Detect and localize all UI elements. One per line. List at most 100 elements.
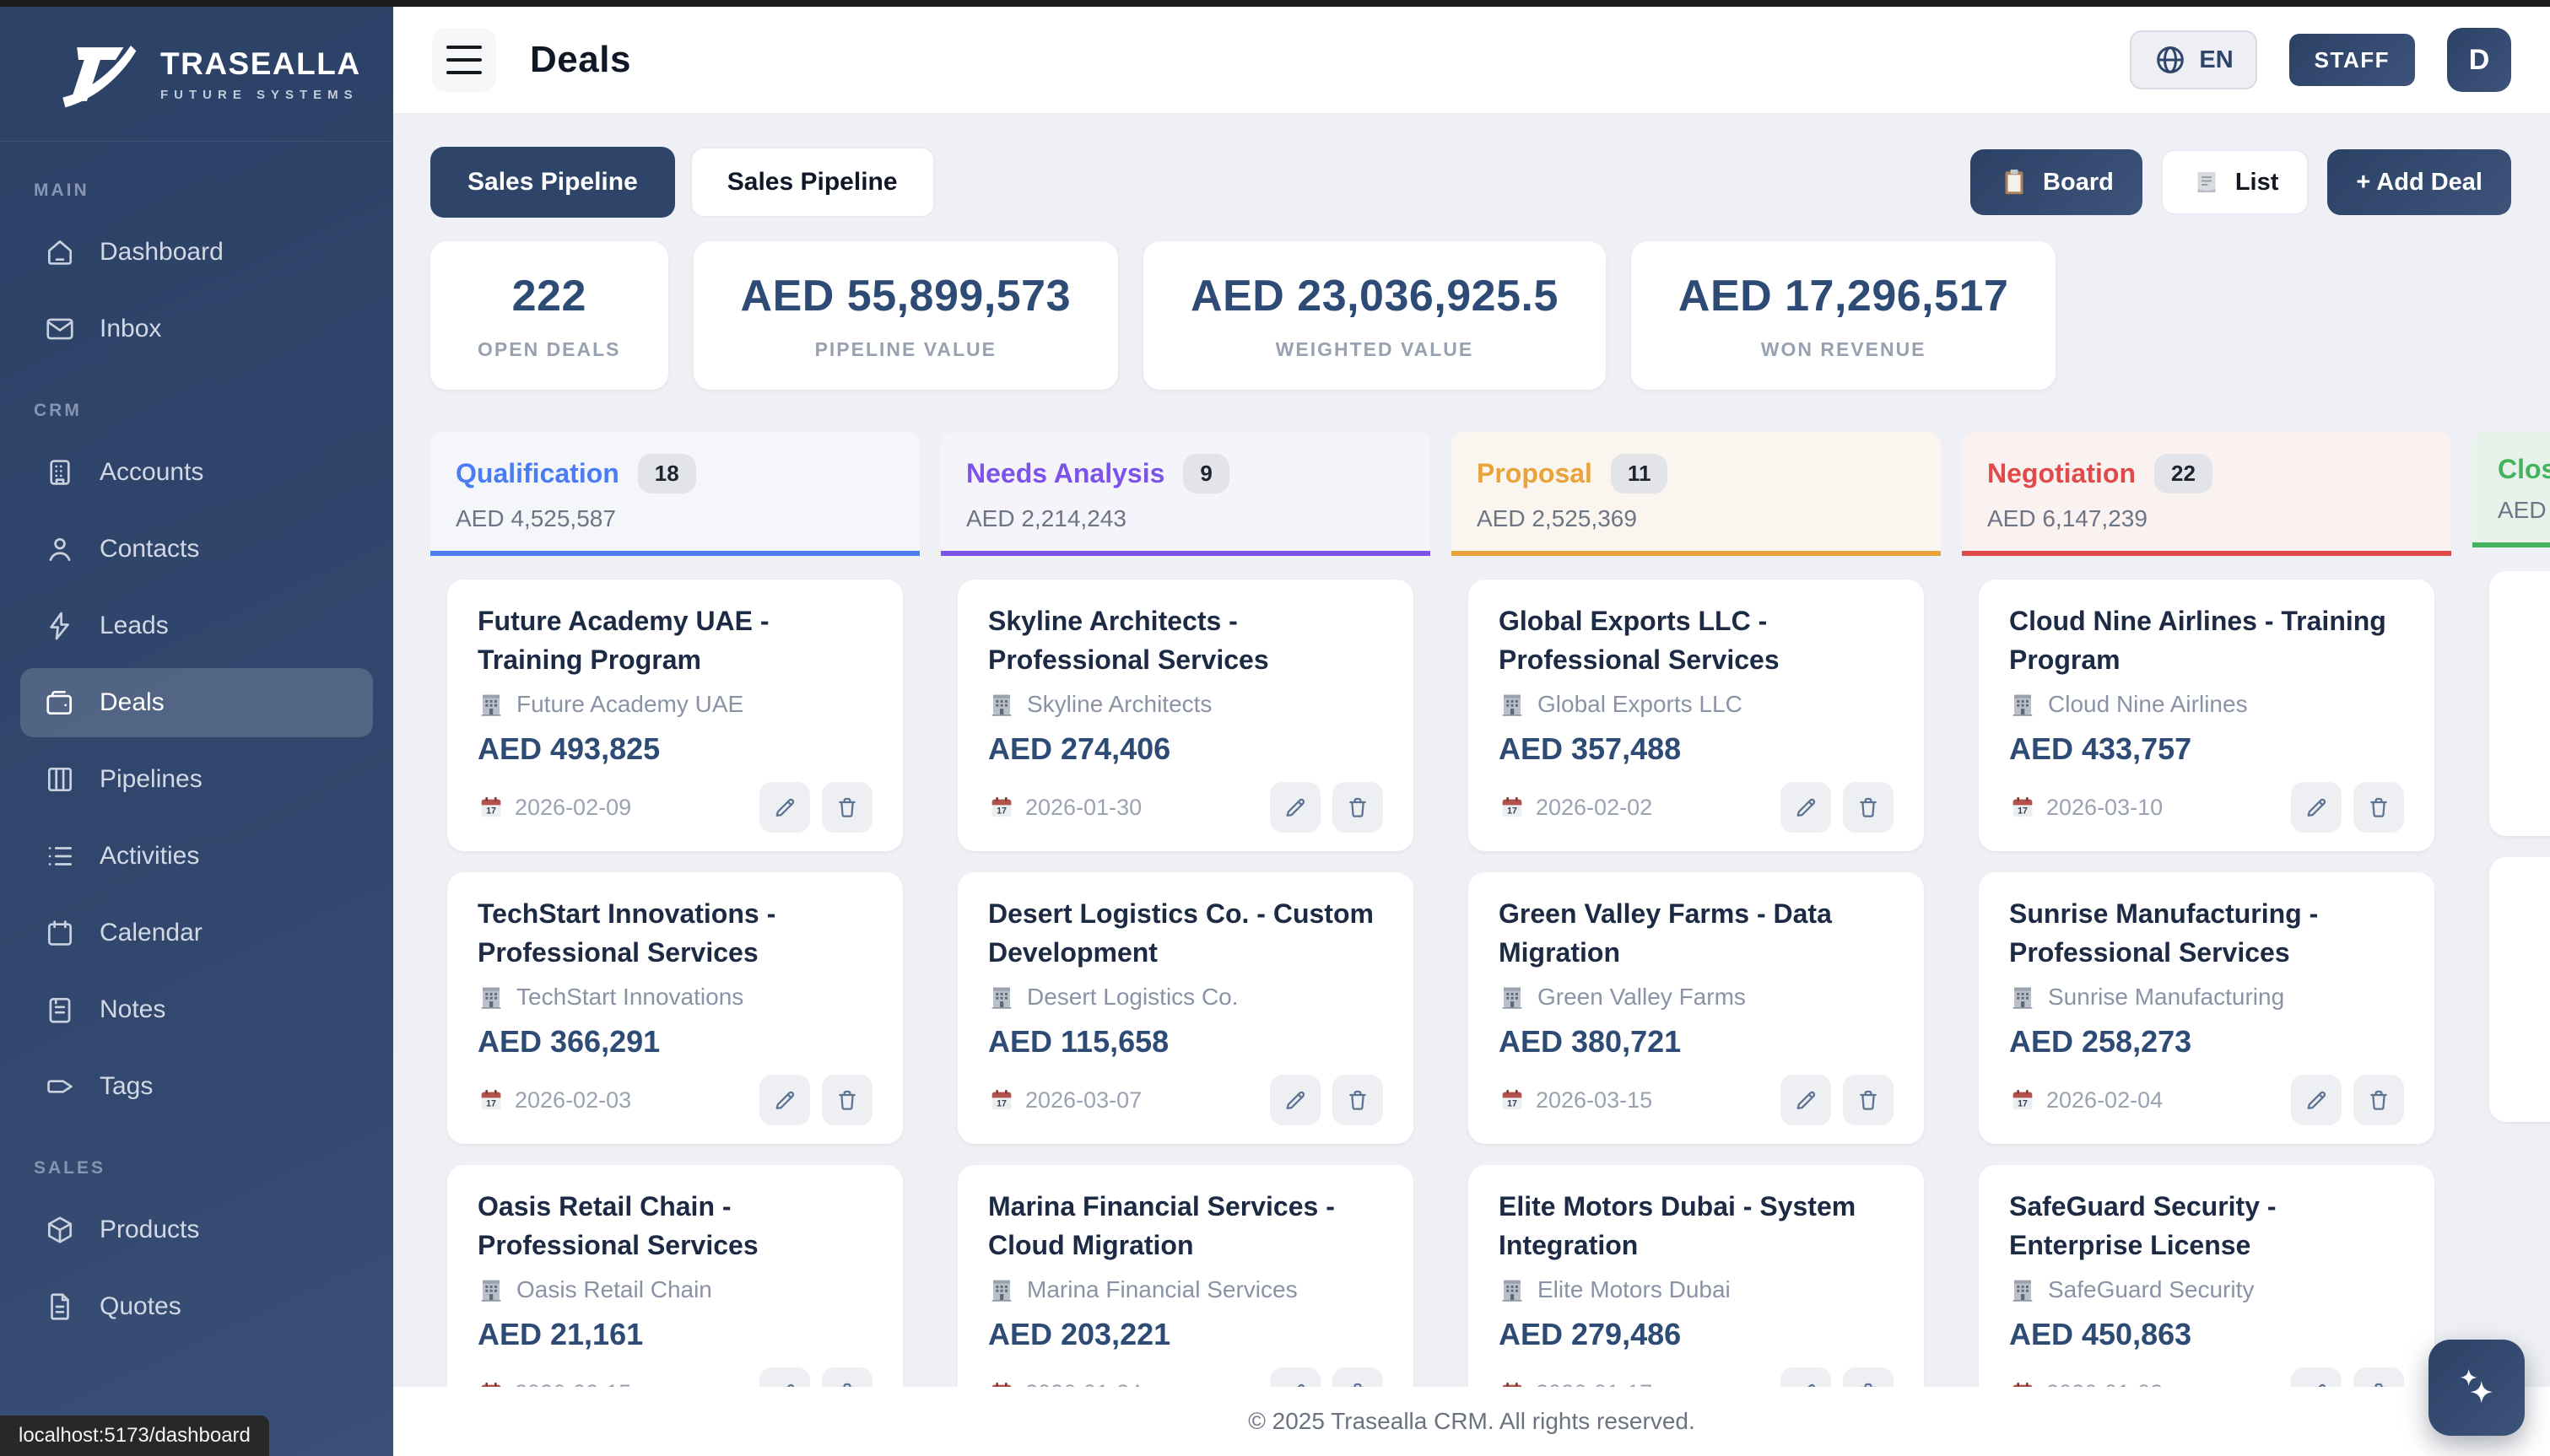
delete-deal-button[interactable] (822, 1075, 873, 1125)
edit-deal-button[interactable] (759, 782, 810, 833)
sidebar-item-products[interactable]: Products (20, 1195, 373, 1265)
company-building-icon (1499, 984, 1526, 1011)
company-building-icon (2009, 1276, 2036, 1303)
trash-icon (1855, 794, 1882, 821)
calendar-date-icon: 17 (988, 1087, 1015, 1114)
deal-card[interactable]: Desert Logistics Co. - Custom Developmen… (958, 872, 1413, 1144)
edit-deal-button[interactable] (1780, 1367, 1831, 1387)
column-total: AED 2,214,243 (966, 505, 1405, 532)
edit-icon (1282, 1379, 1309, 1387)
deal-card[interactable]: Elite Motors Dubai - System Integration E… (1468, 1165, 1924, 1387)
delete-deal-button[interactable] (2353, 1367, 2404, 1387)
deal-card[interactable]: Cloud Nine Airlines - Training ProgramCl… (1979, 580, 2434, 851)
delete-deal-button[interactable] (1332, 782, 1383, 833)
edit-icon (2303, 1379, 2330, 1387)
stat-value: AED 23,036,925.5 (1191, 271, 1559, 321)
column-title-row: Closed Won (2498, 454, 2550, 485)
sidebar-item-calendar[interactable]: Calendar (20, 898, 373, 968)
pipeline-chip-1[interactable]: Sales Pipeline (690, 147, 935, 218)
deal-company: Elite Motors Dubai (1499, 1276, 1894, 1303)
delete-deal-button[interactable] (1843, 1075, 1894, 1125)
delete-deal-button[interactable] (1332, 1367, 1383, 1387)
edit-deal-button[interactable] (1270, 782, 1321, 833)
sidebar-section-label: SALES (34, 1158, 359, 1178)
deal-date-value: 2026-03-07 (1025, 1087, 1142, 1114)
column-name: Closed Won (2498, 454, 2550, 485)
edit-icon (1792, 1379, 1819, 1387)
edit-deal-button[interactable] (1780, 782, 1831, 833)
language-button[interactable]: EN (2130, 30, 2256, 89)
brand-text: TRASEALLA FUTURE SYSTEMS (160, 46, 361, 102)
sidebar-item-inbox[interactable]: Inbox (20, 294, 373, 364)
deal-card[interactable]: TechStart Innovations - Professional Ser… (447, 872, 903, 1144)
sidebar-item-tags[interactable]: Tags (20, 1052, 373, 1121)
deal-title: Sunrise Manufacturing - Professional Ser… (2009, 894, 2404, 972)
edit-deal-button[interactable] (1270, 1075, 1321, 1125)
edit-deal-button[interactable] (759, 1075, 810, 1125)
delete-deal-button[interactable] (822, 782, 873, 833)
avatar[interactable]: D (2447, 28, 2511, 92)
sidebar-item-accounts[interactable]: Accounts (20, 438, 373, 507)
delete-deal-button[interactable] (1332, 1075, 1383, 1125)
kanban-column-qualification: Qualification18AED 4,525,587Future Acade… (430, 432, 920, 1387)
pipeline-chip-0[interactable]: Sales Pipeline (430, 147, 675, 218)
menu-button[interactable] (432, 28, 496, 92)
calendar-date-icon: 17 (478, 794, 505, 821)
deal-company-name: Marina Financial Services (1027, 1276, 1298, 1303)
deal-card[interactable]: Green Valley Farms - Data MigrationGreen… (1468, 872, 1924, 1144)
delete-deal-button[interactable] (1843, 1367, 1894, 1387)
sidebar-item-deals[interactable]: Deals (20, 668, 373, 737)
board-view-button[interactable]: Board (1970, 149, 2142, 215)
list-view-button[interactable]: List (2161, 149, 2310, 215)
ai-assistant-fab[interactable] (2428, 1340, 2525, 1436)
column-header: Closed WonAED (2472, 432, 2550, 542)
deal-title: Elite Motors Dubai - System Integration (1499, 1187, 1894, 1265)
sidebar-item-contacts[interactable]: Contacts (20, 515, 373, 584)
deal-date-value: 2026-02-15 (515, 1380, 631, 1388)
deal-card[interactable]: Global Exports LLC - Professional Servic… (1468, 580, 1924, 851)
delete-deal-button[interactable] (2353, 1075, 2404, 1125)
edit-deal-button[interactable] (2291, 782, 2342, 833)
home-icon (44, 236, 76, 268)
add-deal-button[interactable]: + Add Deal (2327, 149, 2511, 215)
deal-card[interactable] (2489, 857, 2550, 1122)
deal-actions (1270, 782, 1383, 833)
column-total: AED 2,525,369 (1477, 505, 1915, 532)
delete-deal-button[interactable] (1843, 782, 1894, 833)
deal-footer: 172026-02-02 (1499, 782, 1894, 833)
deal-card[interactable]: Oasis Retail Chain - Professional Servic… (447, 1165, 903, 1387)
sidebar-item-label: Leads (100, 612, 169, 640)
edit-deal-button[interactable] (2291, 1367, 2342, 1387)
sidebar-item-notes[interactable]: Notes (20, 975, 373, 1044)
edit-deal-button[interactable] (2291, 1075, 2342, 1125)
edit-deal-button[interactable] (1270, 1367, 1321, 1387)
deal-actions (759, 782, 873, 833)
sidebar-item-leads[interactable]: Leads (20, 591, 373, 661)
deal-card[interactable]: Future Academy UAE - Training ProgramFut… (447, 580, 903, 851)
sidebar-item-pipelines[interactable]: Pipelines (20, 745, 373, 814)
deal-card[interactable]: Sunrise Manufacturing - Professional Ser… (1979, 872, 2434, 1144)
sidebar-item-quotes[interactable]: Quotes (20, 1272, 373, 1341)
deal-amount: AED 493,825 (478, 731, 873, 767)
globe-icon (2153, 43, 2187, 77)
delete-deal-button[interactable] (822, 1367, 873, 1387)
deal-card[interactable]: Marina Financial Services - Cloud Migrat… (958, 1165, 1413, 1387)
sidebar-nav: MAINDashboardInboxCRMAccountsContactsLea… (0, 142, 393, 1366)
deal-card[interactable]: Skyline Architects - Professional Servic… (958, 580, 1413, 851)
toolbar: Sales PipelineSales Pipeline Board List (430, 147, 2550, 218)
deal-card[interactable]: SafeGuard Security - Enterprise LicenseS… (1979, 1165, 2434, 1387)
sidebar-item-dashboard[interactable]: Dashboard (20, 218, 373, 287)
column-count-badge: 11 (1611, 454, 1668, 493)
edit-icon (771, 1379, 798, 1387)
edit-deal-button[interactable] (1780, 1075, 1831, 1125)
edit-deal-button[interactable] (759, 1367, 810, 1387)
deal-title: Marina Financial Services - Cloud Migrat… (988, 1187, 1383, 1265)
sidebar-item-activities[interactable]: Activities (20, 822, 373, 891)
deal-amount: AED 380,721 (1499, 1024, 1894, 1060)
column-header: Proposal11AED 2,525,369 (1451, 432, 1941, 551)
sidebar-section-main: MAINDashboardInbox (20, 181, 373, 364)
deal-card[interactable] (2489, 571, 2550, 836)
deal-amount: AED 21,161 (478, 1317, 873, 1352)
column-cards: Skyline Architects - Professional Servic… (941, 556, 1430, 1387)
delete-deal-button[interactable] (2353, 782, 2404, 833)
